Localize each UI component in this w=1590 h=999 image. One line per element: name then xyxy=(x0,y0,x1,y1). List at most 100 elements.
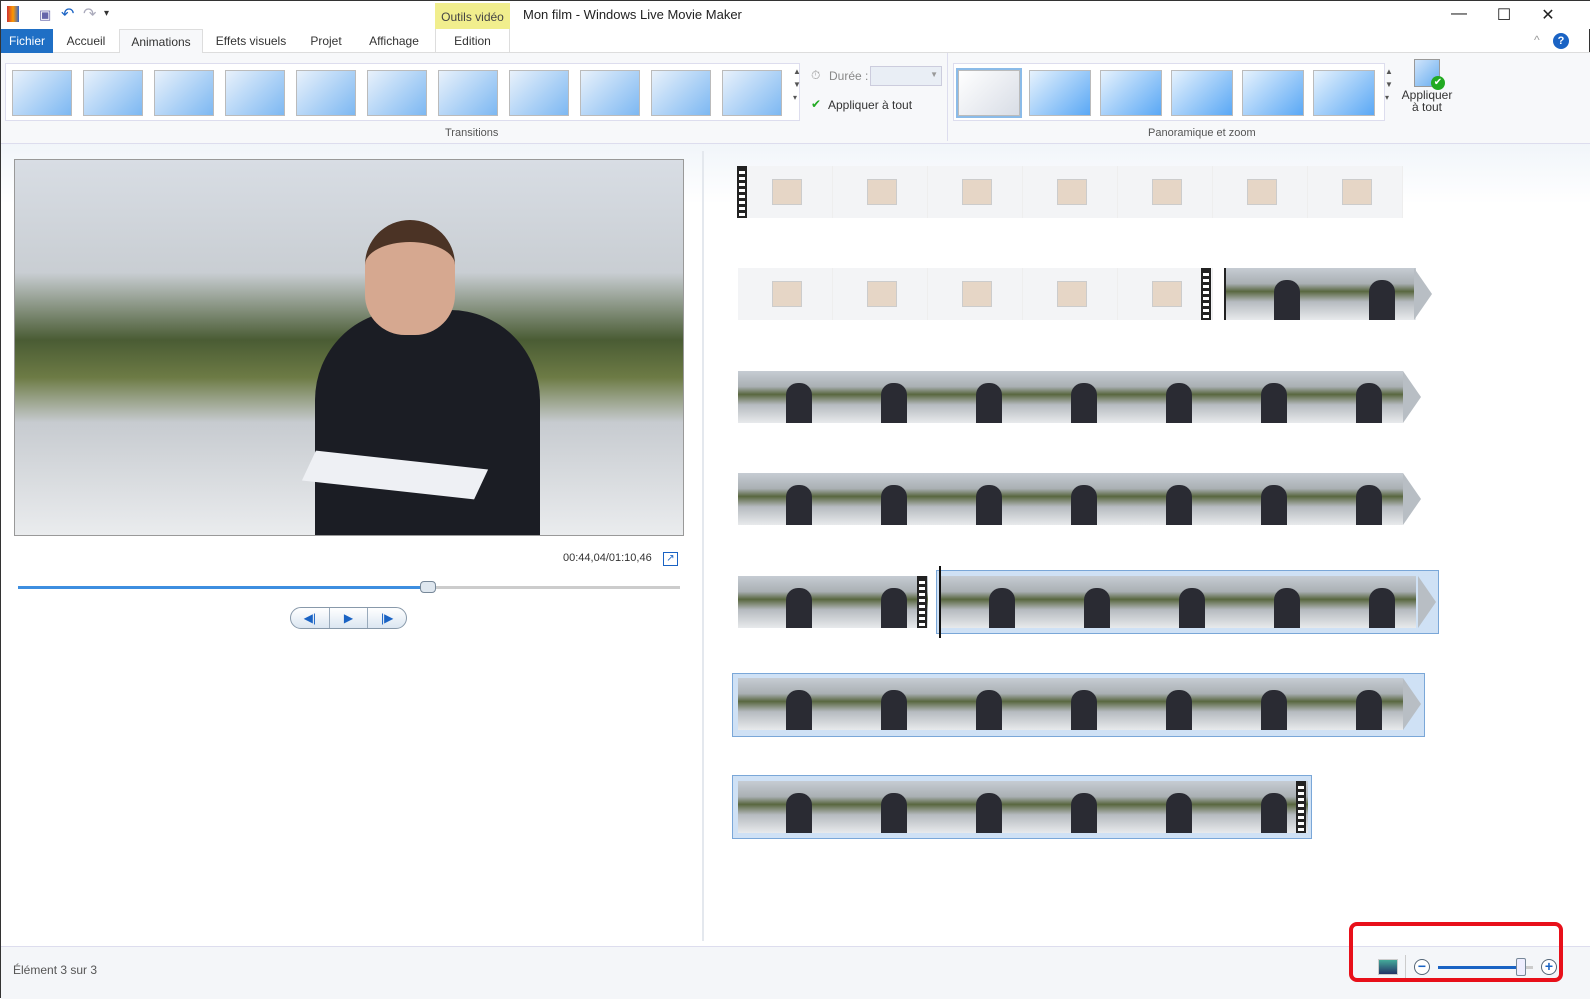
maximize-button[interactable]: ☐ xyxy=(1489,5,1519,25)
transition-option[interactable] xyxy=(651,70,711,116)
previous-frame-button[interactable]: ◀| xyxy=(291,608,330,628)
clip-thumbnail[interactable] xyxy=(1118,166,1213,218)
clip-thumbnail[interactable] xyxy=(1308,473,1403,525)
pane-divider[interactable] xyxy=(702,151,704,941)
clip-thumbnail[interactable] xyxy=(833,678,928,730)
clip-thumbnail[interactable] xyxy=(928,371,1023,423)
pan-zoom-option[interactable] xyxy=(1242,70,1304,116)
clip-start-marker xyxy=(737,166,747,218)
transition-option[interactable] xyxy=(438,70,498,116)
tab-fichier[interactable]: Fichier xyxy=(1,29,53,53)
clip-thumbnail[interactable] xyxy=(1118,371,1213,423)
transition-option[interactable] xyxy=(509,70,569,116)
clip-thumbnail[interactable] xyxy=(833,166,928,218)
apply-all-pan-zoom-button[interactable]: ✔ Appliquer à tout xyxy=(1399,59,1455,113)
stopwatch-icon: ⏱ xyxy=(811,68,821,82)
clip-thumbnail[interactable] xyxy=(1131,576,1226,628)
minimize-button[interactable]: — xyxy=(1444,5,1474,23)
clip-thumbnail[interactable] xyxy=(941,576,1036,628)
clip-thumbnail[interactable] xyxy=(1023,371,1118,423)
transition-option[interactable] xyxy=(296,70,356,116)
clip-thumbnail[interactable] xyxy=(738,268,833,320)
clip-thumbnail[interactable] xyxy=(928,268,1023,320)
next-frame-button[interactable]: |▶ xyxy=(368,608,406,628)
clip-thumbnail[interactable] xyxy=(738,781,833,833)
seek-slider[interactable] xyxy=(18,581,680,593)
transition-option[interactable] xyxy=(12,70,72,116)
clip-thumbnail[interactable] xyxy=(1023,166,1118,218)
clip-thumbnail[interactable] xyxy=(1213,166,1308,218)
clip-thumbnail[interactable] xyxy=(928,678,1023,730)
clip-thumbnail[interactable] xyxy=(833,781,928,833)
transition-option[interactable] xyxy=(722,70,782,116)
clip-thumbnail[interactable] xyxy=(928,781,1023,833)
clip-thumbnail[interactable] xyxy=(1213,371,1308,423)
clip-thumbnail[interactable] xyxy=(1023,473,1118,525)
clip-thumbnail[interactable] xyxy=(928,166,1023,218)
clip-thumbnail[interactable] xyxy=(1118,781,1213,833)
apply-all-icon: ✔ xyxy=(811,97,822,111)
clip-thumbnail[interactable] xyxy=(1308,678,1403,730)
pan-zoom-option[interactable] xyxy=(1029,70,1091,116)
clip-thumbnail[interactable] xyxy=(738,473,833,525)
save-icon[interactable]: ▣ xyxy=(39,7,51,23)
clip-thumbnail[interactable] xyxy=(1023,678,1118,730)
undo-icon[interactable]: ↶ xyxy=(61,4,74,24)
pan-zoom-option[interactable] xyxy=(1100,70,1162,116)
tab-effets-visuels[interactable]: Effets visuels xyxy=(209,29,293,53)
clip-thumbnail[interactable] xyxy=(1226,576,1321,628)
clip-thumbnail[interactable] xyxy=(928,473,1023,525)
video-preview[interactable] xyxy=(14,159,684,536)
playhead[interactable] xyxy=(939,566,941,638)
help-icon[interactable]: ? xyxy=(1553,33,1569,49)
transition-option[interactable] xyxy=(154,70,214,116)
clip-thumbnail[interactable] xyxy=(833,473,928,525)
pan-zoom-scroll[interactable]: ▲ ▼ ▾ xyxy=(1385,65,1393,104)
tab-accueil[interactable]: Accueil xyxy=(59,29,113,53)
customize-toolbar-icon[interactable]: ▾ xyxy=(104,8,109,19)
clip-thumbnail[interactable] xyxy=(833,371,928,423)
clip-thumbnail[interactable] xyxy=(1321,576,1416,628)
duration-select[interactable]: ▼ xyxy=(870,66,942,86)
clip-thumbnail[interactable] xyxy=(1213,678,1308,730)
clip-thumbnail[interactable] xyxy=(1308,166,1403,218)
clip-thumbnail[interactable] xyxy=(1308,371,1403,423)
pan-zoom-option[interactable] xyxy=(1171,70,1233,116)
transition-option[interactable] xyxy=(225,70,285,116)
clip-thumbnail[interactable] xyxy=(738,678,833,730)
pan-zoom-option[interactable] xyxy=(956,68,1022,118)
pan-zoom-option[interactable] xyxy=(1313,70,1375,116)
clip-thumbnail[interactable] xyxy=(1023,781,1118,833)
gallery-scroll[interactable]: ▲ ▼ ▾ xyxy=(793,65,801,104)
clip-thumbnail[interactable] xyxy=(1118,678,1213,730)
transition-option[interactable] xyxy=(580,70,640,116)
clip-thumbnail[interactable] xyxy=(1118,268,1213,320)
seek-thumb[interactable] xyxy=(420,581,437,593)
clip-thumbnail[interactable] xyxy=(1023,268,1118,320)
clip-thumbnail[interactable] xyxy=(1321,268,1416,320)
play-button[interactable]: ▶ xyxy=(330,608,369,628)
clip-thumbnail[interactable] xyxy=(1213,473,1308,525)
clip-thumbnail[interactable] xyxy=(1118,473,1213,525)
fullscreen-icon[interactable]: ↗ xyxy=(663,552,678,566)
clip-thumbnail[interactable] xyxy=(833,576,928,628)
tab-affichage[interactable]: Affichage xyxy=(359,29,429,53)
redo-icon[interactable]: ↷ xyxy=(83,4,96,24)
close-button[interactable]: ✕ xyxy=(1533,5,1563,25)
apply-all-transitions-button[interactable]: Appliquer à tout xyxy=(828,98,912,112)
clip-thumbnail[interactable] xyxy=(738,166,833,218)
clip-thumbnail[interactable] xyxy=(1036,576,1131,628)
tab-animations[interactable]: Animations xyxy=(119,29,203,53)
clip-thumbnail[interactable] xyxy=(1213,781,1308,833)
clip-thumbnail[interactable] xyxy=(738,371,833,423)
collapse-ribbon-icon[interactable]: ^ xyxy=(1534,33,1540,47)
tab-edition[interactable]: Edition xyxy=(435,29,510,53)
transition-option[interactable] xyxy=(83,70,143,116)
clip-thumbnail[interactable] xyxy=(738,576,833,628)
tab-projet[interactable]: Projet xyxy=(301,29,351,53)
clip-thumbnail[interactable] xyxy=(833,268,928,320)
context-tab-video-tools: Outils vidéo xyxy=(435,3,510,29)
transition-option[interactable] xyxy=(367,70,427,116)
chevron-down-icon: ▼ xyxy=(930,70,938,79)
clip-thumbnail[interactable] xyxy=(1226,268,1321,320)
